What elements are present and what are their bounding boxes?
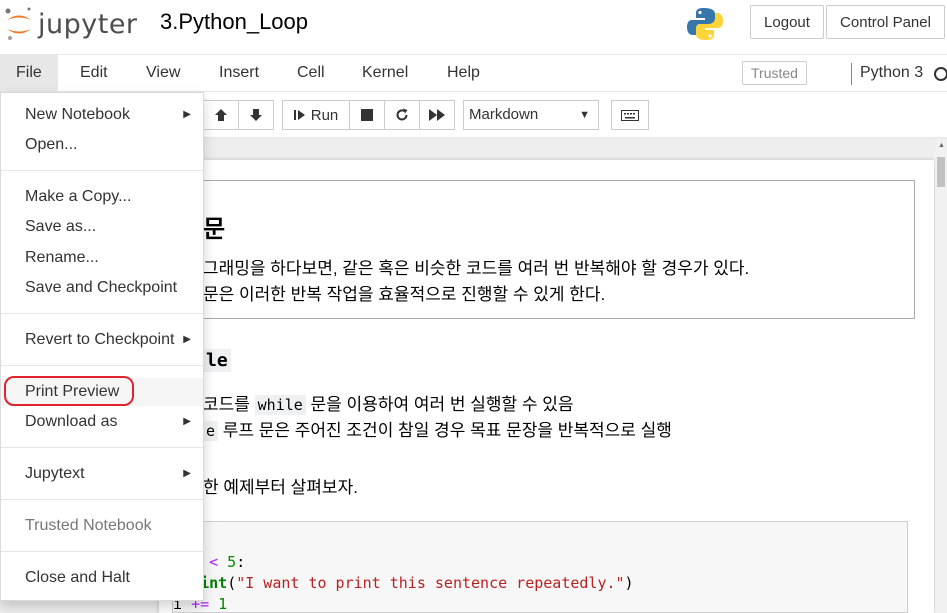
annotation-highlight	[4, 376, 134, 406]
cell-heading: 문	[203, 216, 226, 243]
menu-trusted-notebook: Trusted Notebook	[25, 517, 152, 534]
bullet1-pre: 코드를	[203, 395, 250, 414]
menu-open[interactable]: Open...	[1, 131, 203, 159]
kernel-name[interactable]: Python 3	[860, 55, 923, 91]
menu-download-as[interactable]: Download as ▶	[1, 408, 203, 436]
fast-forward-icon	[429, 109, 445, 121]
menu-jupytext[interactable]: Jupytext ▶	[1, 460, 203, 488]
menu-divider	[1, 447, 203, 448]
scroll-up-icon[interactable]: ▲	[938, 142, 945, 149]
scrollbar[interactable]	[935, 140, 947, 613]
menu-new-notebook[interactable]: New Notebook ▶	[1, 101, 203, 129]
move-down-button[interactable]	[238, 100, 274, 130]
header: jupyter 3.Python_Loop Logout Control Pan…	[0, 0, 947, 54]
jupyter-logo-icon	[5, 7, 31, 40]
code-token: "I want to print this sentence repeatedl…	[236, 574, 625, 592]
caret-right-icon: ▶	[183, 109, 191, 120]
cell-type-value: Markdown	[469, 106, 539, 123]
restart-run-all-button[interactable]	[419, 100, 455, 130]
interrupt-button[interactable]	[349, 100, 385, 130]
bullet1-code: while	[254, 395, 306, 415]
brand-name: jupyter	[38, 8, 138, 40]
control-panel-button[interactable]: Control Panel	[826, 5, 945, 39]
menu-save-checkpoint[interactable]: Save and Checkpoint	[1, 274, 203, 302]
restart-button[interactable]	[384, 100, 420, 130]
menu-item-label: Revert to Checkpoint	[25, 331, 175, 348]
bullet-line: 코드를 while 문을 이용하여 여러 번 실행할 수 있음	[203, 390, 574, 415]
menu-edit[interactable]: Edit	[64, 55, 124, 91]
menu-help[interactable]: Help	[431, 55, 496, 91]
menu-make-copy[interactable]: Make a Copy...	[1, 183, 203, 211]
caret-right-icon: ▶	[183, 416, 191, 427]
restart-icon	[396, 108, 408, 121]
bullet1-post: 문을 이용하여 여러 번 실행할 수 있음	[310, 395, 574, 414]
menu-divider	[1, 170, 203, 171]
caret-right-icon: ▶	[183, 334, 191, 345]
menu-revert-checkpoint[interactable]: Revert to Checkpoint ▶	[1, 326, 203, 354]
menu-view[interactable]: View	[130, 55, 196, 91]
menu-item-label: Download as	[25, 413, 118, 430]
menu-item-label: Jupytext	[25, 465, 85, 482]
kernel-separator	[851, 63, 852, 85]
bullet2-post: 루프 문은 주어진 조건이 참일 경우 목표 문장을 반복적으로 실행	[222, 421, 672, 440]
command-palette-button[interactable]	[611, 100, 649, 130]
move-cell-group	[203, 100, 274, 130]
cell-type-select[interactable]: Markdown ▼	[463, 100, 599, 130]
bullet2-code: e	[203, 421, 219, 441]
cell-text-line: 문은 이러한 반복 작업을 효율적으로 진행할 수 있게 한다.	[203, 285, 606, 304]
while-heading-code: le	[203, 349, 231, 372]
menu-close-halt[interactable]: Close and Halt	[1, 564, 203, 592]
menu-file[interactable]: File	[0, 55, 58, 91]
arrow-up-icon	[215, 109, 227, 121]
code-cell[interactable]: 0 e i < 5: print("I want to print this s…	[172, 521, 908, 613]
keyboard-icon	[621, 109, 639, 121]
select-caret-icon: ▼	[579, 109, 590, 121]
code-token: :	[236, 553, 246, 571]
logout-button[interactable]: Logout	[750, 5, 824, 39]
menu-divider	[1, 499, 203, 500]
code-line: print("I want to print this sentence rep…	[173, 574, 634, 592]
stop-icon	[361, 109, 373, 121]
file-menu-dropdown: New Notebook ▶ Open... Make a Copy... Sa…	[0, 92, 204, 601]
menu-insert[interactable]: Insert	[203, 55, 275, 91]
code-token: 5	[218, 553, 237, 571]
menubar: File Edit View Insert Cell Kernel Help T…	[0, 54, 947, 92]
run-button[interactable]: Run	[282, 100, 350, 130]
step-forward-icon	[293, 110, 305, 120]
jupyter-logo[interactable]: jupyter	[4, 6, 138, 42]
caret-right-icon: ▶	[183, 468, 191, 479]
run-label: Run	[310, 106, 339, 124]
example-line: 한 예제부터 살펴보자.	[203, 478, 358, 497]
cell-text-line: 그래밍을 하다보면, 같은 혹은 비슷한 코드를 여러 번 반복해야 할 경우가…	[203, 259, 750, 278]
bullet-line: e 루프 문은 주어진 조건이 참일 경우 목표 문장을 반복적으로 실행	[203, 416, 672, 441]
menu-divider	[1, 365, 203, 366]
menu-cell[interactable]: Cell	[281, 55, 341, 91]
notebook-title[interactable]: 3.Python_Loop	[160, 9, 308, 35]
menu-rename[interactable]: Rename...	[1, 244, 203, 272]
menu-divider	[1, 551, 203, 552]
kernel-status-icon	[934, 67, 947, 81]
menu-divider	[1, 313, 203, 314]
code-token: <	[209, 553, 219, 571]
code-token: (	[227, 574, 237, 592]
move-up-button[interactable]	[203, 100, 239, 130]
menu-kernel[interactable]: Kernel	[346, 55, 424, 91]
code-token: )	[624, 574, 634, 592]
trusted-indicator[interactable]: Trusted	[742, 61, 807, 85]
arrow-down-icon	[250, 109, 262, 121]
code-token: 1	[209, 595, 228, 613]
python-logo-icon	[687, 8, 723, 40]
menu-item-label: New Notebook	[25, 106, 130, 123]
scrollbar-thumb[interactable]	[937, 157, 945, 187]
while-heading: le	[203, 349, 231, 372]
run-group: Run	[282, 100, 455, 130]
menu-save-as[interactable]: Save as...	[1, 213, 203, 241]
